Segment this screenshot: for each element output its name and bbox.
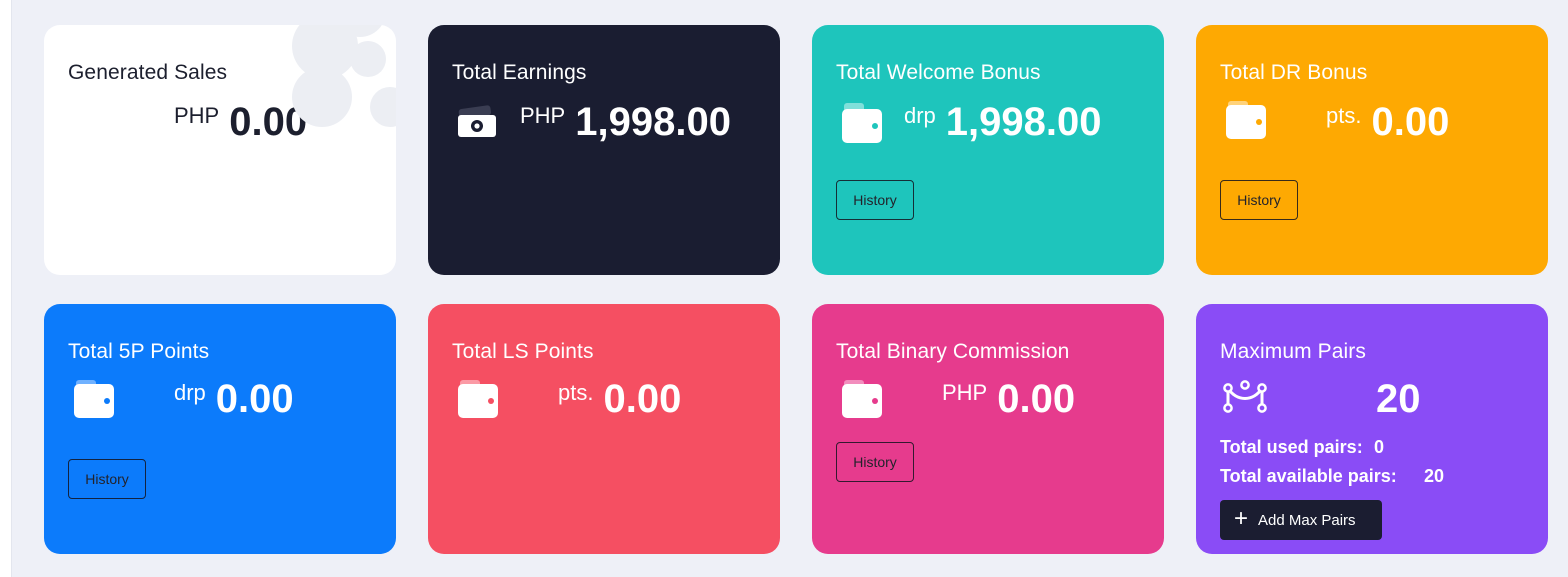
history-button[interactable]: History bbox=[836, 442, 914, 482]
currency-unit: drp bbox=[904, 103, 936, 128]
points-unit: pts. bbox=[1326, 103, 1362, 128]
dr-bonus-card: Total DR Bonus pts. 0.00 History bbox=[1196, 25, 1548, 275]
value-row: drp 1,998.00 bbox=[836, 99, 1140, 147]
wallet-icon bbox=[842, 103, 882, 143]
amount-value: 1,998.00 bbox=[945, 100, 1102, 144]
card-title: Total LS Points bbox=[452, 340, 594, 363]
amount-value: 0.00 bbox=[603, 377, 682, 421]
maximum-pairs-card: Maximum Pairs 20 Total used pairs: 0 Tot… bbox=[1196, 304, 1548, 554]
card-title: Maximum Pairs bbox=[1220, 340, 1366, 363]
cash-icon bbox=[458, 105, 496, 137]
binary-commission-card: Total Binary Commission PHP 0.00 History bbox=[812, 304, 1164, 554]
used-pairs-line: Total used pairs: 0 bbox=[1220, 437, 1384, 458]
generated-sales-card: Generated Sales PHP 0.00 bbox=[44, 25, 396, 275]
amount: PHP 0.00 bbox=[942, 376, 1075, 422]
wallet-icon bbox=[74, 380, 114, 418]
card-title: Generated Sales bbox=[68, 61, 228, 84]
amount: drp 0.00 bbox=[174, 376, 294, 422]
value-row: PHP 0.00 bbox=[836, 376, 1140, 424]
currency-unit: PHP bbox=[174, 103, 220, 128]
card-title: Total Earnings bbox=[452, 61, 587, 84]
decorative-bubble bbox=[370, 87, 396, 127]
value-row: pts. 0.00 bbox=[1220, 99, 1524, 147]
amount: pts. 0.00 bbox=[1326, 99, 1449, 145]
used-pairs-value: 0 bbox=[1374, 437, 1385, 457]
available-pairs-line: Total available pairs: 20 bbox=[1220, 466, 1444, 487]
card-title: Total DR Bonus bbox=[1220, 61, 1368, 84]
currency-unit: PHP bbox=[942, 380, 988, 405]
plus-icon: + bbox=[1234, 505, 1249, 532]
wallet-icon bbox=[842, 380, 882, 418]
ls-points-card: Total LS Points pts. 0.00 bbox=[428, 304, 780, 554]
card-title: Total 5P Points bbox=[68, 340, 210, 363]
value-row: pts. 0.00 bbox=[452, 376, 756, 424]
amount: pts. 0.00 bbox=[558, 376, 681, 422]
value-row: drp 0.00 bbox=[68, 376, 372, 424]
wallet-icon bbox=[1226, 101, 1266, 139]
amount-value: 0.00 bbox=[1371, 100, 1450, 144]
history-button[interactable]: History bbox=[1220, 180, 1298, 220]
amount-value: 0.00 bbox=[997, 377, 1076, 421]
add-max-pairs-button[interactable]: + Add Max Pairs bbox=[1220, 500, 1382, 540]
available-pairs-label: Total available pairs: bbox=[1220, 466, 1397, 486]
pairs-network-icon bbox=[1223, 380, 1267, 413]
welcome-bonus-card: Total Welcome Bonus drp 1,998.00 History bbox=[812, 25, 1164, 275]
points-unit: drp bbox=[174, 380, 206, 405]
fivep-points-card: Total 5P Points drp 0.00 History bbox=[44, 304, 396, 554]
amount: PHP 1,998.00 bbox=[520, 99, 731, 145]
total-earnings-card: Total Earnings PHP 1,998.00 bbox=[428, 25, 780, 275]
currency-unit: PHP bbox=[520, 103, 566, 128]
used-pairs-label: Total used pairs: bbox=[1220, 437, 1363, 457]
points-unit: pts. bbox=[558, 380, 594, 405]
amount-value: 1,998.00 bbox=[575, 100, 731, 144]
wallet-icon bbox=[458, 380, 498, 418]
value-row: PHP 1,998.00 bbox=[452, 99, 756, 147]
sidebar-edge bbox=[0, 0, 12, 577]
value-row: 20 bbox=[1220, 376, 1524, 424]
amount: PHP 0.00 bbox=[174, 99, 307, 145]
amount: drp 1,998.00 bbox=[904, 99, 1102, 145]
card-title: Total Welcome Bonus bbox=[836, 61, 1041, 84]
add-max-pairs-label: Add Max Pairs bbox=[1258, 511, 1356, 529]
max-pairs-value: 20 bbox=[1376, 377, 1421, 421]
available-pairs-value: 20 bbox=[1424, 466, 1445, 486]
amount: 20 bbox=[1376, 376, 1421, 422]
history-button[interactable]: History bbox=[68, 459, 146, 499]
history-button[interactable]: History bbox=[836, 180, 914, 220]
amount-value: 0.00 bbox=[215, 377, 294, 421]
card-title: Total Binary Commission bbox=[836, 340, 1070, 363]
